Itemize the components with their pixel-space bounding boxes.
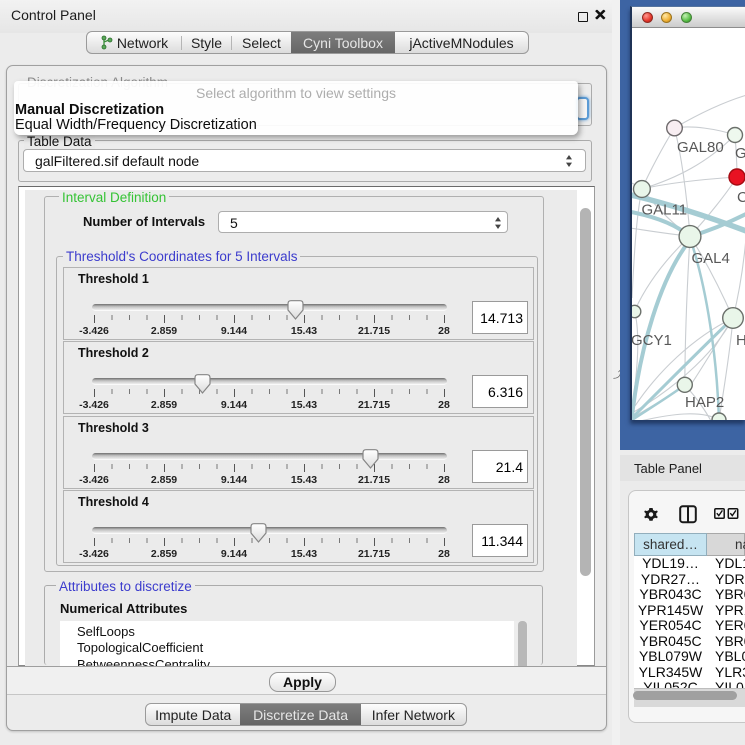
svg-text:GCY1: GCY1	[632, 332, 672, 349]
svg-text:H: H	[736, 332, 745, 349]
svg-text:GAL11: GAL11	[642, 202, 688, 219]
svg-text:GA: GA	[735, 145, 745, 162]
svg-text:GAL80: GAL80	[677, 139, 724, 156]
svg-text:C: C	[737, 189, 745, 206]
svg-text:GAL4: GAL4	[692, 250, 730, 267]
svg-text:HAP2: HAP2	[685, 394, 724, 411]
